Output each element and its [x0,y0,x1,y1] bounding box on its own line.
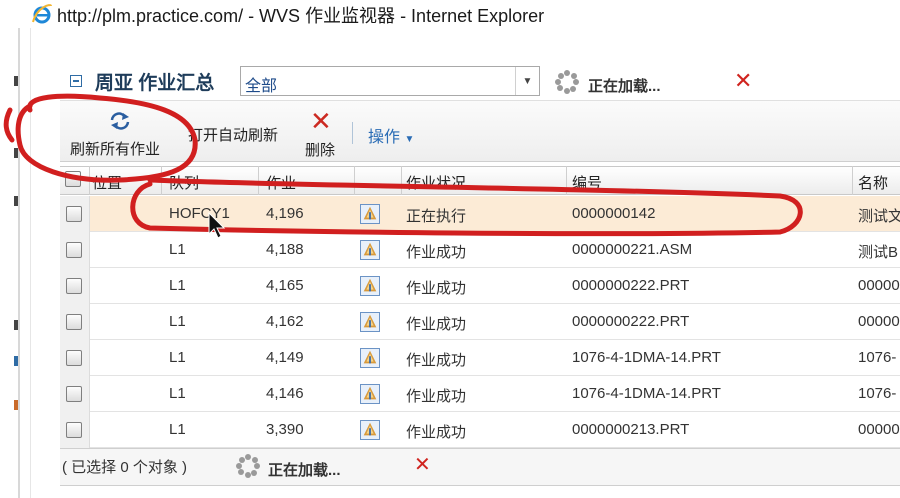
status-cell: 作业成功 [406,280,467,297]
number-cell: 1076-4-1DMA-14.PRT [572,349,721,366]
column-header-queue[interactable]: 队列 [169,172,199,193]
number-cell: 1076-4-1DMA-14.PRT [572,385,721,402]
name-cell: 测试B [858,244,899,261]
table-row[interactable] [60,340,900,376]
close-icon[interactable]: ✕ [734,70,752,92]
refresh-icon[interactable] [108,111,132,131]
mouse-cursor-icon [208,212,226,239]
column-header-job[interactable]: 作业 [266,172,296,193]
job-type-icon[interactable] [360,420,380,440]
table-row[interactable] [60,304,900,340]
job-id-cell: 4,162 [266,313,304,330]
actions-menu-label: 操作 [368,129,401,146]
column-header-name[interactable]: 名称 [858,172,888,193]
job-id-cell: 4,196 [266,205,304,222]
toolbar [60,100,900,162]
queue-cell: L1 [169,277,186,294]
column-header-location[interactable]: 位置 [92,172,122,193]
job-type-icon[interactable] [360,204,380,224]
row-checkbox[interactable] [66,278,82,294]
row-checkbox[interactable] [66,314,82,330]
refresh-all-jobs-button[interactable]: 刷新所有作业 [70,138,160,159]
column-header-number[interactable]: 编号 [572,172,602,193]
number-cell: 0000000222.PRT [572,313,690,330]
table-row[interactable] [60,412,900,448]
queue-cell: L1 [169,421,186,438]
number-cell: 0000000222.PRT [572,277,690,294]
job-id-cell: 4,188 [266,241,304,258]
row-checkbox[interactable] [66,350,82,366]
number-cell: 0000000142 [572,205,656,222]
queue-cell: L1 [169,241,186,258]
queue-cell: L1 [169,349,186,366]
job-type-icon[interactable] [360,384,380,404]
name-cell: 00000 [858,277,900,294]
number-cell: 0000000221.ASM [572,241,693,258]
job-filter-value: 全部 [245,78,278,95]
name-cell: 1076- [858,385,897,402]
job-type-icon[interactable] [360,240,380,260]
table-row[interactable] [60,232,900,268]
window-title: http://plm.practice.com/ - WVS 作业监视器 - I… [57,6,545,26]
status-cell: 作业成功 [406,424,467,441]
chevron-down-icon: ▼ [404,134,415,145]
browser-title-bar: http://plm.practice.com/ - WVS 作业监视器 - I… [0,0,900,28]
job-type-icon[interactable] [360,348,380,368]
header-loading-text: 正在加载... [588,78,661,95]
job-id-cell: 3,390 [266,421,304,438]
name-cell: 00000 [858,421,900,438]
job-id-cell: 4,146 [266,385,304,402]
job-id-cell: 4,149 [266,349,304,366]
row-checkbox[interactable] [66,242,82,258]
job-id-cell: 4,165 [266,277,304,294]
background-window-edge [0,28,20,498]
name-cell: 测试文 [858,208,900,225]
status-cell: 作业成功 [406,352,467,369]
queue-cell: L1 [169,313,186,330]
name-cell: 00000 [858,313,900,330]
status-cell: 正在执行 [406,208,467,225]
collapse-icon[interactable] [70,75,82,87]
row-checkbox[interactable] [66,386,82,402]
delete-button[interactable]: 删除 [305,139,335,160]
job-type-icon[interactable] [360,276,380,296]
table-row[interactable] [60,268,900,304]
status-cell: 作业成功 [406,388,467,405]
close-icon[interactable]: ✕ [414,455,431,475]
auto-refresh-button[interactable]: 打开自动刷新 [188,124,278,145]
queue-cell: L1 [169,385,186,402]
status-cell: 作业成功 [406,244,467,261]
internet-explorer-icon [32,4,52,24]
table-row[interactable] [60,376,900,412]
actions-menu-button[interactable]: 操作 ▼ [368,123,414,147]
footer-loading-text: 正在加载... [268,462,341,479]
row-checkbox[interactable] [66,422,82,438]
selection-count: ( 已选择 0 个对象 ) [62,459,188,476]
column-header-status[interactable]: 作业状况 [406,172,466,193]
select-all-checkbox[interactable] [65,171,81,187]
panel-title: 周亚 作业汇总 [95,73,215,94]
status-cell: 作业成功 [406,316,467,333]
delete-icon[interactable]: ✕ [310,108,332,134]
row-checkbox[interactable] [66,206,82,222]
toolbar-divider [352,122,353,144]
job-filter-select[interactable]: 全部 ▼ [240,66,540,96]
chevron-down-icon[interactable]: ▼ [515,67,539,95]
number-cell: 0000000213.PRT [572,421,690,438]
name-cell: 1076- [858,349,897,366]
loading-spinner-icon [555,70,579,94]
job-type-icon[interactable] [360,312,380,332]
loading-spinner-icon [236,454,260,478]
